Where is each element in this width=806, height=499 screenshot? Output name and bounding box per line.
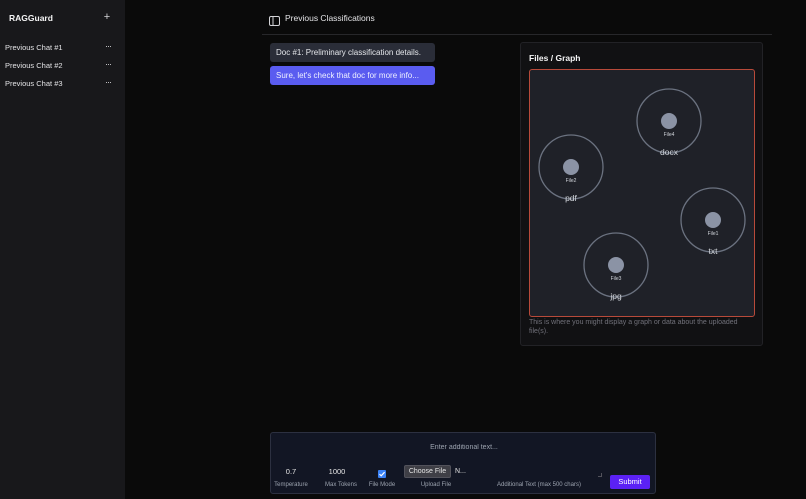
files-panel-title: Files / Graph <box>529 53 581 63</box>
new-chat-button[interactable]: + <box>101 10 113 24</box>
file-mode-label: File Mode <box>368 482 396 488</box>
chat-item-label: Previous Chat #3 <box>5 79 63 88</box>
additional-text-input[interactable] <box>279 439 649 455</box>
sidebar-panel-icon[interactable] <box>269 13 280 26</box>
graph-node-file3[interactable]: File3 jpg <box>583 232 649 301</box>
chat-item-label: Previous Chat #1 <box>5 43 63 52</box>
svg-text:jpg: jpg <box>609 291 622 301</box>
choose-file-button[interactable]: Choose File <box>404 465 451 478</box>
sidebar: RAGGuard + Previous Chat #1 ··· Previous… <box>0 0 125 499</box>
file-graph: File4 docx File2 pdf File1 txt File3 jpg <box>529 69 755 317</box>
files-graph-panel: Files / Graph File4 docx File2 pdf File1… <box>520 42 763 346</box>
graph-node-file4[interactable]: File4 docx <box>636 88 702 157</box>
sidebar-chat-item[interactable]: Previous Chat #2 ··· <box>0 58 125 74</box>
svg-text:File3: File3 <box>611 276 622 282</box>
max-tokens-input[interactable]: 1000 <box>324 467 350 476</box>
additional-text-label: Additional Text (max 500 chars) <box>497 482 581 488</box>
chat-item-label: Previous Chat #2 <box>5 61 63 70</box>
chat-composer: 0.7 Temperature 1000 Max Tokens File Mod… <box>270 432 656 494</box>
header-divider <box>262 34 772 35</box>
resize-handle-icon[interactable] <box>598 473 602 477</box>
sidebar-chat-item[interactable]: Previous Chat #1 ··· <box>0 40 125 56</box>
svg-text:File4: File4 <box>664 132 675 138</box>
temperature-label: Temperature <box>274 482 308 488</box>
svg-text:docx: docx <box>660 147 679 157</box>
sidebar-chat-item[interactable]: Previous Chat #3 ··· <box>0 76 125 92</box>
max-tokens-label: Max Tokens <box>325 482 357 488</box>
svg-text:pdf: pdf <box>565 193 577 203</box>
svg-text:File2: File2 <box>566 178 577 184</box>
page-title: Previous Classifications <box>285 13 375 23</box>
more-options-icon[interactable]: ··· <box>101 58 115 72</box>
temperature-input[interactable]: 0.7 <box>279 467 303 476</box>
svg-text:File1: File1 <box>708 231 719 237</box>
selected-file-name: N... <box>455 468 466 475</box>
more-options-icon[interactable]: ··· <box>101 76 115 90</box>
chat-message-user: Sure, let's check that doc for more info… <box>270 66 435 85</box>
file-mode-checkbox[interactable] <box>378 470 386 478</box>
chat-message-assistant: Doc #1: Preliminary classification detai… <box>270 43 435 62</box>
svg-text:txt: txt <box>709 246 719 256</box>
graph-node-file2[interactable]: File2 pdf <box>538 134 604 203</box>
more-options-icon[interactable]: ··· <box>101 40 115 54</box>
upload-file-label: Upload File <box>420 482 452 488</box>
app-brand: RAGGuard <box>9 13 53 23</box>
files-panel-caption: This is where you might display a graph … <box>529 319 738 335</box>
graph-node-file1[interactable]: File1 txt <box>680 187 746 256</box>
submit-button[interactable]: Submit <box>610 475 650 489</box>
